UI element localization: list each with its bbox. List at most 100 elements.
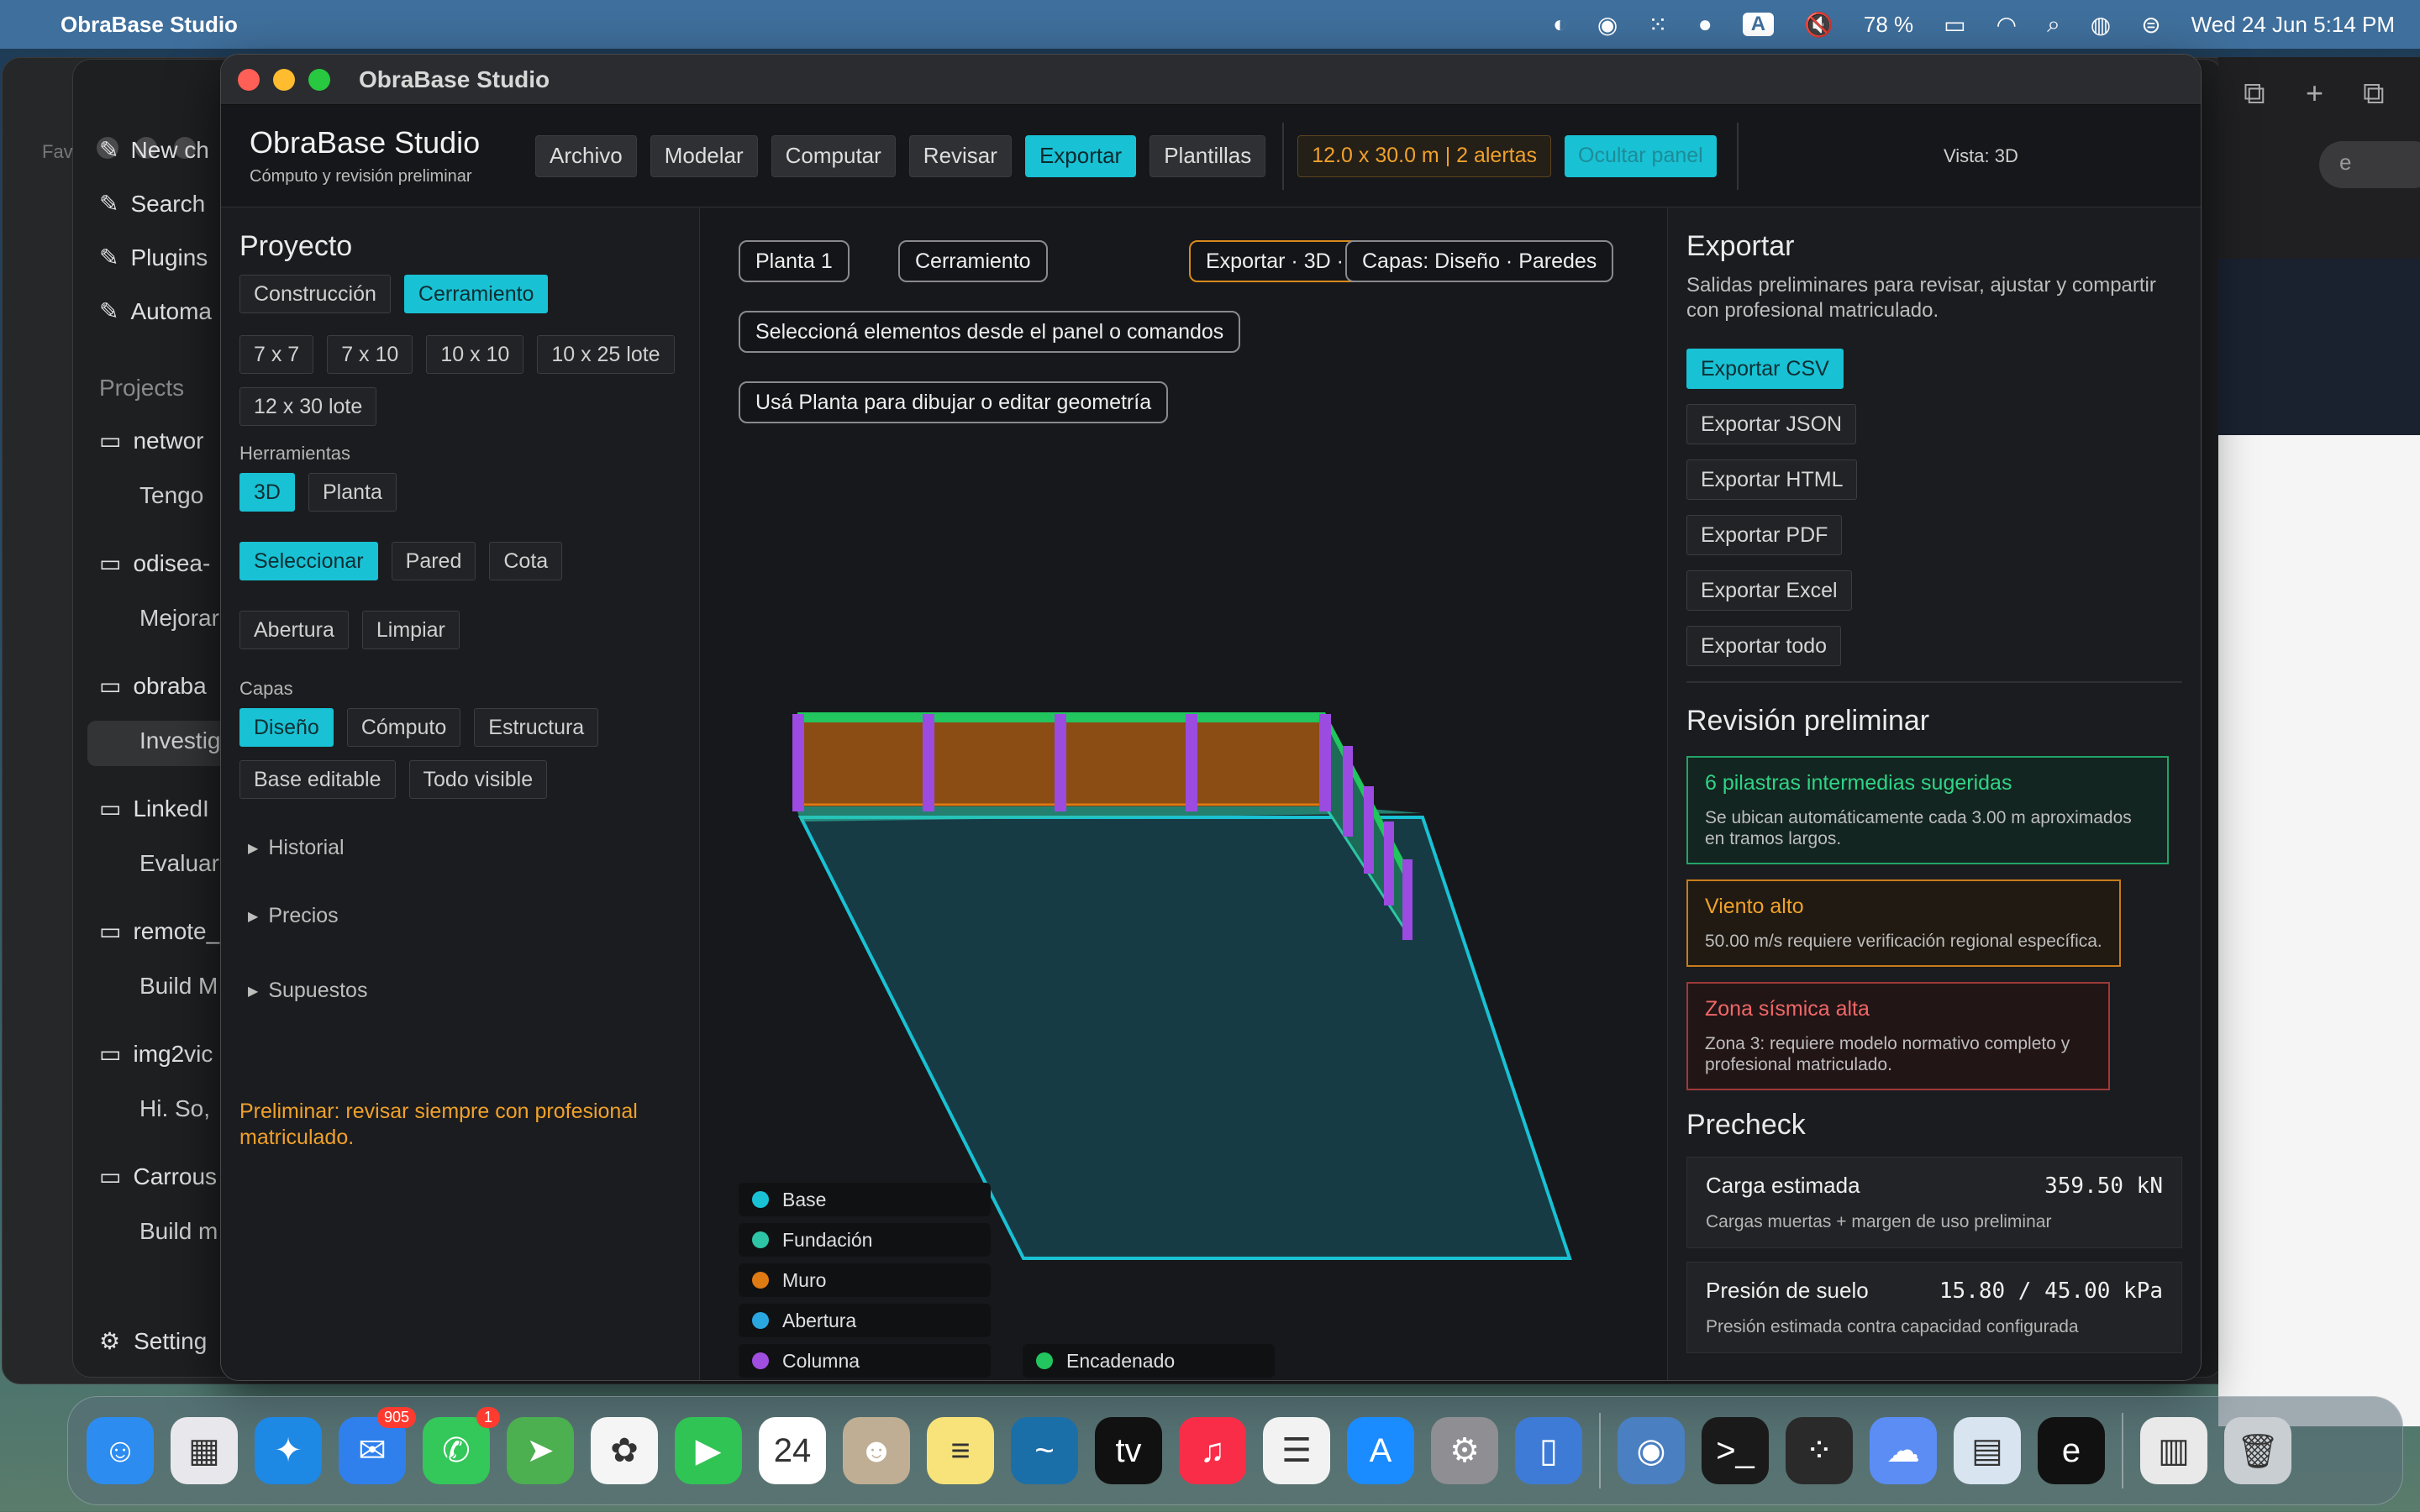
view-button-planta[interactable]: Planta <box>308 473 397 512</box>
menu-archivo[interactable]: Archivo <box>535 134 637 177</box>
control-center-icon[interactable]: ⊜ <box>2141 11 2160 39</box>
chip-mode[interactable]: Cerramiento <box>898 240 1048 282</box>
preset-button-10-x-10[interactable]: 10 x 10 <box>426 335 524 374</box>
app-store-icon[interactable]: A <box>1347 1417 1414 1484</box>
terminal-icon[interactable]: >_ <box>1702 1417 1769 1484</box>
exportar-html-button[interactable]: Exportar HTML <box>1686 459 1858 500</box>
wifi-icon[interactable]: ◠ <box>1996 11 2017 39</box>
alert-card-6-pilastras-intermedias-sugeridas[interactable]: 6 pilastras intermedias sugeridas Se ubic… <box>1686 756 2169 864</box>
finder-icon[interactable]: ☺ <box>87 1417 154 1484</box>
preset-button-7-x-10[interactable]: 7 x 10 <box>327 335 413 374</box>
chip-hint1[interactable]: Seleccioná elementos desde el panel o co… <box>739 311 1241 353</box>
exportar-excel-button[interactable]: Exportar Excel <box>1686 570 1852 611</box>
preset-button-12-x-30-lote[interactable]: 12 x 30 lote <box>239 387 377 426</box>
dots-grid-icon[interactable]: ⁙ <box>1648 11 1667 39</box>
layer-button-base-editable[interactable]: Base editable <box>239 760 396 799</box>
legend-columna[interactable]: Columna <box>739 1344 991 1378</box>
layer-button-todo-visible[interactable]: Todo visible <box>408 760 548 799</box>
user-icon[interactable]: ● <box>1698 11 1712 38</box>
safari-icon[interactable]: ✦ <box>255 1417 322 1484</box>
mute-icon[interactable]: 🔇 <box>1804 11 1833 39</box>
layer-button-estructura[interactable]: Estructura <box>474 708 599 747</box>
documents-stack-icon[interactable]: ▥ <box>2140 1417 2207 1484</box>
script-icon[interactable]: ◐ <box>1553 11 1567 38</box>
disk-utility-icon[interactable]: ◉ <box>1618 1417 1685 1484</box>
editor-e-icon[interactable]: e <box>2038 1417 2105 1484</box>
layer-button-diseno[interactable]: Diseño <box>239 708 334 747</box>
menu-plantillas[interactable]: Plantillas <box>1150 134 1266 177</box>
collapsible-supuestos[interactable]: ▶ Supuestos <box>248 979 681 1003</box>
alert-card-zona-sismica-alta[interactable]: Zona sísmica alta Zona 3: requiere modelo… <box>1686 982 2110 1090</box>
legend-encadenado[interactable]: Encadenado <box>1023 1344 1275 1378</box>
preview-icon[interactable]: ▤ <box>1954 1417 2021 1484</box>
chip-layers[interactable]: Capas: Diseño · Paredes <box>1345 240 1614 282</box>
minimize-window-button[interactable] <box>273 68 295 91</box>
eye-icon[interactable]: ◉ <box>1597 11 1618 39</box>
menubar-app-name[interactable]: ObraBase Studio <box>60 12 238 38</box>
legend-base[interactable]: Base <box>739 1183 991 1216</box>
legend-muro[interactable]: Muro <box>739 1263 991 1297</box>
exportar-json-button[interactable]: Exportar JSON <box>1686 404 1857 444</box>
settings-icon[interactable]: ⚙ <box>1431 1417 1498 1484</box>
siri-icon[interactable]: ◍ <box>2091 11 2111 39</box>
tool-button-cota[interactable]: Cota <box>489 542 563 580</box>
simulator-icon[interactable]: ▯ <box>1515 1417 1582 1484</box>
grid-app-icon[interactable]: ⁘ <box>1786 1417 1853 1484</box>
notes-icon[interactable]: ≡ <box>927 1417 994 1484</box>
tool-button-seleccionar[interactable]: Seleccionar <box>239 542 378 580</box>
legend-fundacion[interactable]: Fundación <box>739 1223 991 1257</box>
freeform-icon[interactable]: ~ <box>1011 1417 1078 1484</box>
chat-item-remote[interactable]: ▭ remote_ <box>99 917 225 945</box>
chat-item-search[interactable]: ✎ Search <box>99 190 225 218</box>
messages-icon[interactable]: ✆ 1 <box>423 1407 500 1484</box>
chat-item-plugins[interactable]: ✎ Plugins <box>99 244 225 271</box>
collapsible-precios[interactable]: ▶ Precios <box>248 904 681 928</box>
tv-icon[interactable]: tv <box>1095 1417 1162 1484</box>
menu-modelar[interactable]: Modelar <box>650 134 758 177</box>
chip-hint2[interactable]: Usá Planta para dibujar o editar geometr… <box>739 381 1169 423</box>
battery-icon[interactable]: ▭ <box>1944 11 1965 39</box>
view-button-3d[interactable]: 3D <box>239 473 295 512</box>
close-window-button[interactable] <box>238 68 260 91</box>
project-status-chip[interactable]: 12.0 x 30.0 m | 2 alertas <box>1297 134 1552 177</box>
maps-icon[interactable]: ➤ <box>507 1417 574 1484</box>
collapsible-historial[interactable]: ▶ Historial <box>248 836 681 860</box>
layer-button-computo[interactable]: Cómputo <box>346 708 461 747</box>
chat-settings-item[interactable]: ⚙ Setting <box>99 1327 207 1355</box>
launchpad-icon[interactable]: ▦ <box>171 1417 238 1484</box>
menu-computar[interactable]: Computar <box>771 134 896 177</box>
mode-button-construccion[interactable]: Construcción <box>239 275 391 313</box>
background-search-pill[interactable]: e <box>2319 141 2420 188</box>
mode-button-cerramiento[interactable]: Cerramiento <box>403 275 549 313</box>
viewport-3d[interactable]: Planta 1 Cerramiento Exportar · 3D · 120% C… <box>700 208 1668 1380</box>
calendar-icon[interactable]: 24 <box>759 1417 826 1484</box>
preset-button-10-x-25-lote[interactable]: 10 x 25 lote <box>537 335 675 374</box>
exportar-todo-button[interactable]: Exportar todo <box>1686 626 1842 666</box>
spotlight-search-icon[interactable]: ⌕ <box>2047 11 2060 39</box>
hide-panel-button[interactable]: Ocultar panel <box>1565 134 1717 177</box>
alert-card-viento-alto[interactable]: Viento alto 50.00 m/s requiere verificaci… <box>1686 879 2121 967</box>
exportar-pdf-button[interactable]: Exportar PDF <box>1686 515 1843 555</box>
legend-abertura[interactable]: Abertura <box>739 1304 991 1337</box>
menu-exportar[interactable]: Exportar <box>1024 134 1137 177</box>
chat-item-automa[interactable]: ✎ Automa <box>99 297 225 325</box>
menu-revisar[interactable]: Revisar <box>908 134 1012 177</box>
assistant-icon[interactable]: ☁ <box>1870 1417 1937 1484</box>
chat-item-linkedi[interactable]: ▭ LinkedI <box>99 795 225 822</box>
chat-item-new-ch[interactable]: ✎ New ch <box>99 136 225 164</box>
chip-plan[interactable]: Planta 1 <box>739 240 850 282</box>
tool-button-abertura[interactable]: Abertura <box>239 611 349 649</box>
chat-item-odisea[interactable]: ▭ odisea- <box>99 549 225 577</box>
exportar-csv-button[interactable]: Exportar CSV <box>1686 349 1844 389</box>
chat-item-networ[interactable]: ▭ networ <box>99 427 225 454</box>
facetime-icon[interactable]: ▶ <box>675 1417 742 1484</box>
copy-icon[interactable]: ⧉ <box>2244 76 2265 112</box>
preset-button-7-x-7[interactable]: 7 x 7 <box>239 335 314 374</box>
trash-icon[interactable]: 🗑 <box>2224 1417 2291 1484</box>
tool-button-limpiar[interactable]: Limpiar <box>361 611 460 649</box>
music-icon[interactable]: ♫ <box>1179 1417 1246 1484</box>
chat-item-carrous[interactable]: ▭ Carrous <box>99 1163 225 1190</box>
menubar-datetime[interactable]: Wed 24 Jun 5:14 PM <box>2191 12 2395 38</box>
duplicate-icon[interactable]: ⧉ <box>2363 76 2385 112</box>
input-source-badge[interactable]: A <box>1742 13 1775 36</box>
